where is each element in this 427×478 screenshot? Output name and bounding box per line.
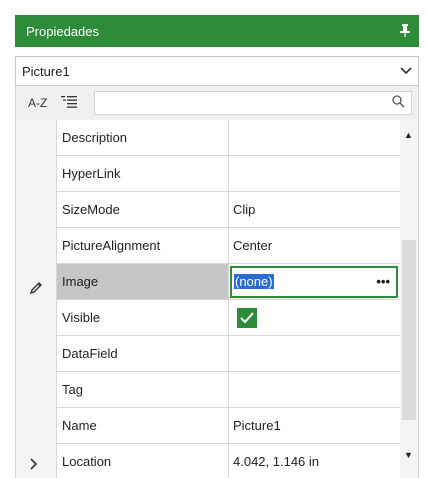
property-row-picturealignment[interactable]: PictureAlignment Center [57, 228, 400, 264]
scrollbar-thumb[interactable] [402, 240, 416, 420]
scroll-up-arrow-icon[interactable]: ▲ [404, 130, 413, 140]
chevron-right-icon[interactable] [28, 458, 40, 473]
property-value-editor[interactable]: (none) ••• [229, 264, 400, 299]
property-name: SizeMode [57, 192, 229, 227]
property-value[interactable] [229, 372, 400, 407]
property-row-sizemode[interactable]: SizeMode Clip [57, 192, 400, 228]
pin-icon[interactable] [399, 23, 411, 40]
property-value[interactable] [229, 300, 400, 335]
alphabetical-sort-button[interactable]: A-Z [25, 94, 50, 112]
property-value[interactable]: Center [229, 228, 400, 263]
pencil-icon [28, 280, 44, 299]
categorized-list-icon[interactable] [58, 93, 80, 114]
image-value-text[interactable]: (none) [234, 274, 274, 289]
property-value[interactable]: Clip [229, 192, 400, 227]
property-row-tag[interactable]: Tag [57, 372, 400, 408]
ellipsis-icon[interactable]: ••• [376, 274, 390, 289]
property-name: Description [57, 120, 229, 155]
property-row-visible[interactable]: Visible [57, 300, 400, 336]
property-name: DataField [57, 336, 229, 371]
property-row-name[interactable]: Name Picture1 [57, 408, 400, 444]
property-value[interactable] [229, 120, 400, 155]
property-gutter [16, 120, 57, 478]
scroll-down-arrow-icon[interactable]: ▼ [404, 450, 413, 460]
property-name: HyperLink [57, 156, 229, 191]
object-selector[interactable]: Picture1 [15, 56, 419, 86]
property-row-datafield[interactable]: DataField [57, 336, 400, 372]
property-grid: Description HyperLink SizeMode Clip Pict… [15, 120, 419, 478]
property-name: Name [57, 408, 229, 443]
property-value[interactable] [229, 336, 400, 371]
vertical-scrollbar[interactable]: ▲ ▼ [400, 120, 418, 478]
search-input[interactable] [95, 93, 392, 113]
property-row-location[interactable]: Location 4.042, 1.146 in [57, 444, 400, 478]
property-search-box[interactable] [94, 91, 412, 115]
panel-title: Propiedades [26, 23, 99, 39]
chevron-down-icon[interactable] [400, 64, 412, 78]
property-value[interactable] [229, 156, 400, 191]
properties-panel: Propiedades Picture1 A-Z Description Hyp… [0, 0, 420, 478]
property-name: PictureAlignment [57, 228, 229, 263]
property-row-hyperlink[interactable]: HyperLink [57, 156, 400, 192]
property-value[interactable]: 4.042, 1.146 in [229, 444, 400, 478]
property-value[interactable]: Picture1 [229, 408, 400, 443]
property-toolbar: A-Z [15, 86, 419, 120]
object-selector-value: Picture1 [22, 63, 70, 79]
property-name: Visible [57, 300, 229, 335]
property-name: Image [57, 264, 229, 299]
search-icon[interactable] [392, 95, 405, 111]
property-name: Location [57, 444, 229, 478]
visible-checkbox[interactable] [237, 307, 257, 328]
property-row-description[interactable]: Description [57, 120, 400, 156]
property-row-image[interactable]: Image (none) ••• [57, 264, 400, 300]
image-value-input[interactable]: (none) ••• [230, 265, 398, 298]
panel-titlebar: Propiedades [15, 15, 419, 47]
property-name: Tag [57, 372, 229, 407]
